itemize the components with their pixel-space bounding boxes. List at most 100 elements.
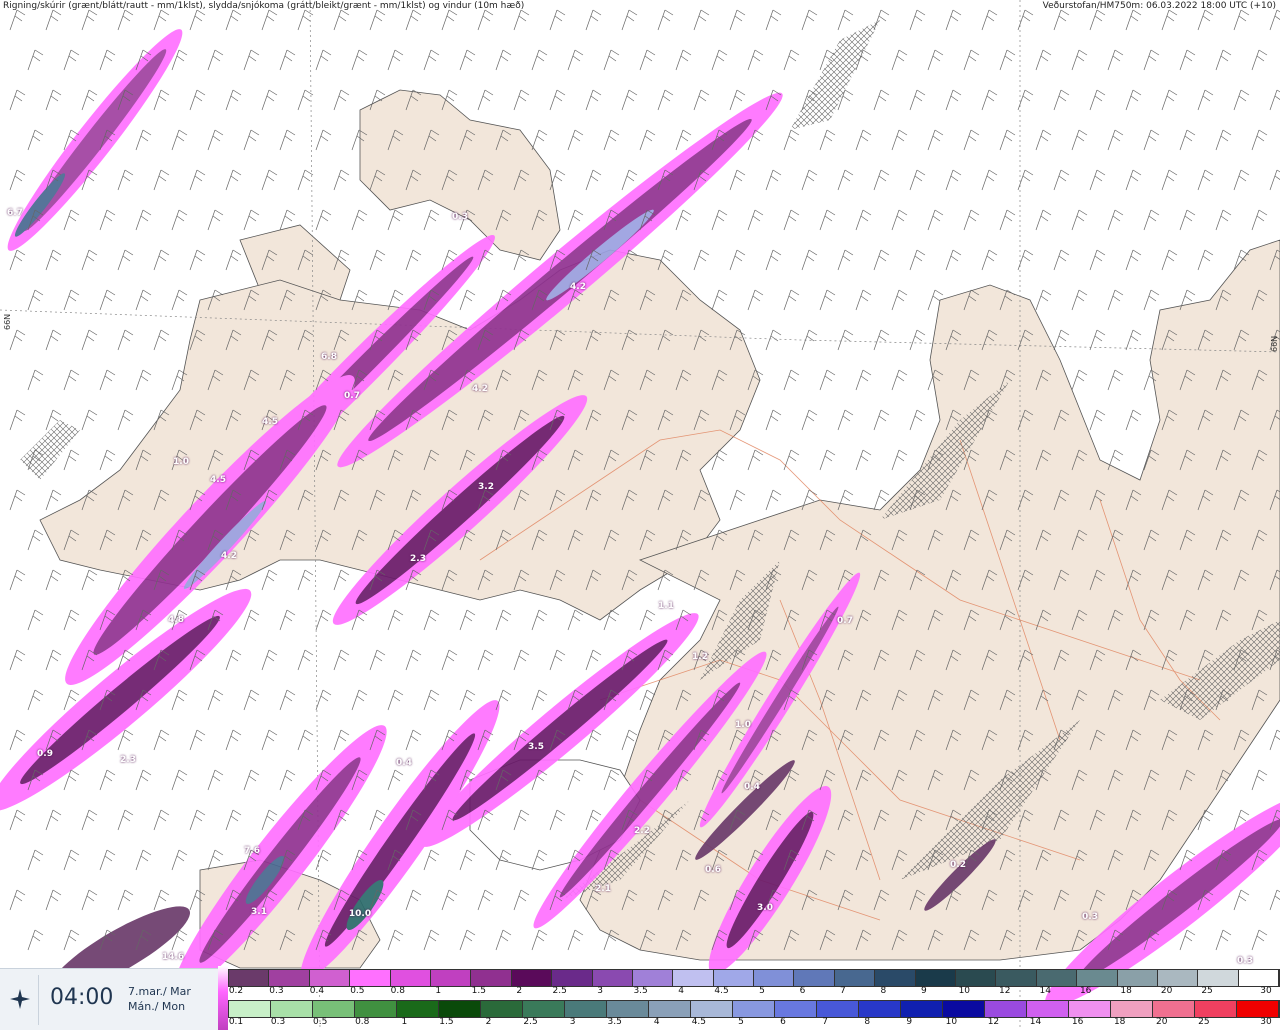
legend-swatch: [1069, 1001, 1111, 1017]
legend-swatch: [915, 970, 957, 986]
wind-barb: [1071, 209, 1088, 231]
wind-barb: [837, 329, 854, 351]
wind-barb: [1053, 89, 1070, 111]
wind-barb: [621, 89, 638, 111]
wind-barb: [225, 649, 242, 671]
wind-barb: [1215, 929, 1232, 951]
legend-tick: 9: [920, 986, 927, 996]
wind-barb: [531, 929, 548, 951]
legend-swatch: [1027, 1001, 1069, 1017]
wind-barb: [945, 9, 962, 31]
wind-barb: [189, 9, 206, 31]
wind-barb: [153, 9, 170, 31]
wind-barb: [1053, 329, 1070, 351]
legend-tick: 8: [880, 986, 887, 996]
wind-barb: [1125, 89, 1142, 111]
wind-barb: [27, 529, 44, 551]
wind-barb: [189, 249, 206, 271]
wind-barb: [675, 49, 692, 71]
precip-label: 2.2: [634, 826, 650, 836]
wind-barb: [351, 689, 368, 711]
legend-swatch: [1111, 1001, 1153, 1017]
wind-barb: [1107, 209, 1124, 231]
wind-barb: [81, 569, 98, 591]
legend-swatch: [565, 1001, 607, 1017]
wind-barb: [405, 9, 422, 31]
wind-barb: [225, 729, 242, 751]
legend-tick: 4: [678, 986, 684, 996]
compass-star-icon[interactable]: [8, 987, 32, 1011]
legend-swatch: [1153, 1001, 1195, 1017]
wind-barb: [333, 89, 350, 111]
wind-barb: [117, 809, 134, 831]
wind-barb: [477, 649, 494, 671]
wind-barb: [1251, 209, 1268, 231]
wind-barb: [963, 49, 980, 71]
wind-barb: [1053, 249, 1070, 271]
wind-barb: [1179, 129, 1196, 151]
legend-tick: 3.5: [607, 1017, 622, 1027]
legend-swatch: [309, 970, 351, 986]
wind-barb: [27, 129, 44, 151]
legend-tick: 0.5: [350, 986, 365, 996]
precip-label: 7.6: [244, 846, 260, 856]
snow-legend: [228, 969, 1280, 987]
wind-barb: [369, 249, 386, 271]
wind-barb: [225, 89, 242, 111]
legend-tick: 6: [780, 1017, 786, 1027]
wind-barb: [1161, 89, 1178, 111]
precip-label: 1.2: [692, 652, 708, 662]
wind-barb: [837, 249, 854, 271]
wind-barb: [1233, 889, 1250, 911]
wind-barb: [243, 609, 260, 631]
legend-tick: 0.8: [355, 1017, 370, 1027]
wind-barb: [405, 249, 422, 271]
wind-barb: [63, 49, 80, 71]
wind-barb: [765, 9, 782, 31]
precip-label: 0.4: [744, 782, 760, 792]
legend-swatch: [775, 1001, 817, 1017]
forecast-date: 7.mar./ Mar: [128, 985, 191, 998]
wind-barb: [567, 929, 584, 951]
wind-barb: [711, 49, 728, 71]
wind-barb: [261, 9, 278, 31]
wind-barb: [99, 849, 116, 871]
precip-label: 0.7: [837, 616, 853, 626]
wind-barb: [495, 929, 512, 951]
wind-barb: [711, 289, 728, 311]
legend-swatch: [754, 970, 795, 986]
legend-tick: 30: [1260, 1017, 1272, 1027]
wind-barb: [1125, 169, 1142, 191]
wind-barb: [459, 49, 476, 71]
wind-barb: [891, 49, 908, 71]
wind-barb: [1053, 169, 1070, 191]
wind-barb: [423, 49, 440, 71]
wind-barb: [855, 449, 872, 471]
wind-barb: [297, 169, 314, 191]
wind-barb: [81, 9, 98, 31]
wind-barb: [171, 209, 188, 231]
wind-barb: [873, 89, 890, 111]
wind-barb: [171, 689, 188, 711]
wind-barb: [585, 169, 602, 191]
wind-barb: [531, 689, 548, 711]
wind-barb: [81, 889, 98, 911]
precip-label: 0.3: [452, 212, 468, 222]
wind-barb: [333, 9, 350, 31]
wind-barb: [225, 9, 242, 31]
legend-tick: 0.8: [390, 986, 406, 996]
wind-barb: [765, 169, 782, 191]
wind-barb: [567, 209, 584, 231]
wind-barb: [9, 409, 26, 431]
wind-barb: [873, 409, 890, 431]
wind-barb: [693, 9, 710, 31]
wind-barb: [99, 289, 116, 311]
wind-barb: [585, 649, 602, 671]
wind-barb: [729, 249, 746, 271]
legend-tick: 7: [840, 986, 846, 996]
wind-barb: [9, 729, 26, 751]
wind-barb: [567, 609, 584, 631]
wind-barb: [639, 49, 656, 71]
legend-swatch: [649, 1001, 691, 1017]
wind-barb: [387, 769, 404, 791]
